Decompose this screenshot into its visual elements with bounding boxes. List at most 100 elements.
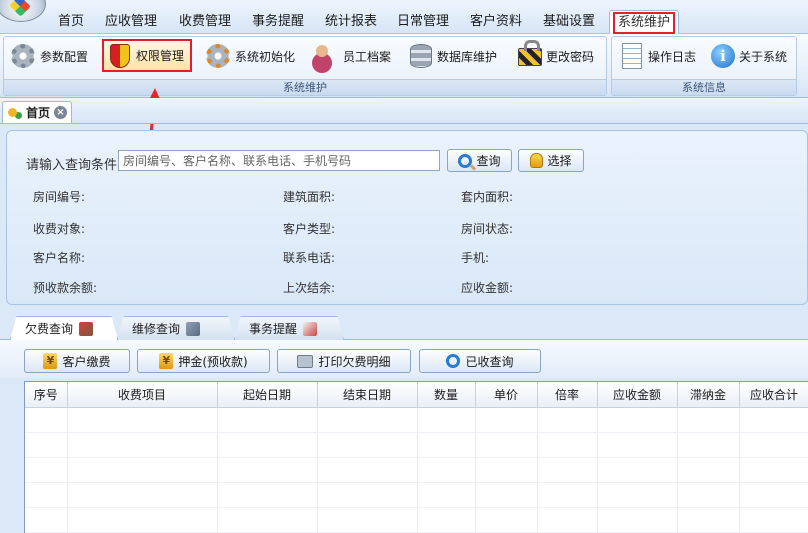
menu-home[interactable]: 首页 bbox=[50, 11, 92, 33]
table-row bbox=[25, 407, 808, 433]
menu-charging[interactable]: 收费管理 bbox=[172, 11, 238, 33]
label-amount-due: 应收金额: bbox=[461, 281, 514, 295]
tab-label: 欠费查询 bbox=[25, 322, 74, 336]
gears-icon bbox=[203, 42, 235, 70]
change-password-button[interactable]: 更改密码 bbox=[514, 40, 595, 70]
query-tabs: 欠费查询 维修查询 事务提醒 bbox=[0, 314, 808, 340]
document-tab-bar: 首页 × bbox=[0, 98, 808, 124]
database-icon bbox=[405, 42, 437, 70]
menu-reminders[interactable]: 事务提醒 bbox=[245, 11, 311, 33]
select-button-label: 选择 bbox=[547, 154, 572, 168]
column-header[interactable]: 应收合计 bbox=[739, 382, 808, 408]
employee-records-button[interactable]: 员工档案 bbox=[311, 42, 391, 70]
gear-icon bbox=[8, 42, 40, 70]
label-charge-target: 收费对象: bbox=[33, 222, 86, 236]
yen-icon: ¥ bbox=[43, 353, 58, 369]
label-room-status: 房间状态: bbox=[461, 222, 514, 236]
search-icon bbox=[446, 354, 461, 368]
search-input[interactable] bbox=[118, 150, 440, 171]
label-customer-type: 客户类型: bbox=[283, 222, 336, 236]
printer-icon bbox=[297, 354, 314, 368]
column-header[interactable]: 收费项目 bbox=[67, 382, 218, 408]
button-label: 数据库维护 bbox=[437, 49, 498, 64]
column-header[interactable]: 起始日期 bbox=[217, 382, 318, 408]
label-inner-area: 套内面积: bbox=[461, 190, 514, 204]
label-building-area: 建筑面积: bbox=[283, 190, 336, 204]
menu-system-maintenance[interactable]: 系统维护 bbox=[609, 10, 679, 34]
app-logo-icon[interactable] bbox=[0, 0, 46, 22]
action-toolbar: ¥ 客户缴费 ¥ 押金(预收款) 打印欠费明细 已收查询 bbox=[0, 340, 808, 378]
database-maintenance-button[interactable]: 数据库维护 bbox=[405, 42, 497, 70]
about-system-button[interactable]: i 关于系统 bbox=[707, 42, 787, 70]
menu-bar: 首页 应收管理 收费管理 事务提醒 统计报表 日常管理 客户资料 基础设置 系统… bbox=[0, 0, 808, 34]
param-config-button[interactable]: 参数配置 bbox=[8, 42, 88, 70]
close-icon[interactable]: × bbox=[54, 106, 67, 119]
tab-repair-query[interactable]: 维修查询 bbox=[117, 316, 235, 340]
print-arrears-button[interactable]: 打印欠费明细 bbox=[277, 349, 411, 373]
button-label: 系统初始化 bbox=[235, 49, 296, 64]
button-label: 参数配置 bbox=[40, 49, 89, 64]
column-header[interactable]: 数量 bbox=[417, 382, 476, 408]
label-room-number: 房间编号: bbox=[33, 190, 86, 204]
box-icon bbox=[79, 321, 94, 336]
button-label: 更改密码 bbox=[546, 49, 595, 64]
tab-task-reminder[interactable]: 事务提醒 bbox=[234, 316, 344, 340]
menu-reports[interactable]: 统计报表 bbox=[318, 11, 384, 33]
log-icon bbox=[616, 42, 648, 70]
shield-icon bbox=[104, 42, 136, 70]
menu-customers[interactable]: 客户资料 bbox=[463, 11, 529, 33]
customer-payment-button[interactable]: ¥ 客户缴费 bbox=[24, 349, 130, 373]
system-init-button[interactable]: 系统初始化 bbox=[203, 42, 295, 70]
column-header[interactable]: 序号 bbox=[25, 382, 68, 408]
tab-home[interactable]: 首页 × bbox=[2, 101, 72, 123]
search-button-label: 查询 bbox=[476, 154, 501, 168]
button-label: 操作日志 bbox=[648, 49, 697, 64]
deposit-button[interactable]: ¥ 押金(预收款) bbox=[137, 349, 270, 373]
label-contact-phone: 联系电话: bbox=[283, 251, 336, 265]
query-prompt: 请输入查询条件 bbox=[26, 158, 118, 173]
group-title: 系统维护 bbox=[4, 79, 606, 95]
tab-label: 维修查询 bbox=[132, 322, 181, 336]
column-header[interactable]: 结束日期 bbox=[317, 382, 418, 408]
table-row bbox=[25, 432, 808, 458]
people-icon bbox=[311, 42, 343, 70]
button-label: 员工档案 bbox=[343, 49, 392, 64]
label-last-balance: 上次结余: bbox=[283, 281, 336, 295]
column-header[interactable]: 应收金额 bbox=[597, 382, 678, 408]
button-label: 已收查询 bbox=[465, 354, 514, 369]
permission-management-button[interactable]: 权限管理 bbox=[102, 39, 193, 72]
table-row bbox=[25, 507, 808, 533]
table-row bbox=[25, 457, 808, 483]
received-query-button[interactable]: 已收查询 bbox=[419, 349, 541, 373]
menu-receivable[interactable]: 应收管理 bbox=[98, 11, 164, 33]
menu-system-maintenance-label: 系统维护 bbox=[612, 12, 675, 34]
table-row bbox=[25, 482, 808, 508]
operation-log-button[interactable]: 操作日志 bbox=[616, 42, 696, 70]
ribbon: 系统维护 系统信息 参数配置 权限管理 系统初始化 员工档案 数据库维护 更改密… bbox=[0, 34, 808, 98]
calendar-icon bbox=[303, 321, 318, 336]
home-icon bbox=[7, 106, 23, 120]
label-customer-name: 客户名称: bbox=[33, 251, 86, 265]
menu-basic-settings[interactable]: 基础设置 bbox=[536, 11, 602, 33]
yen-icon: ¥ bbox=[159, 353, 174, 369]
column-header[interactable]: 滞纳金 bbox=[677, 382, 740, 408]
group-title: 系统信息 bbox=[612, 79, 796, 95]
select-button[interactable]: 选择 bbox=[518, 149, 584, 172]
tab-label: 事务提醒 bbox=[249, 322, 298, 336]
arrears-table[interactable]: 序号 收费项目 起始日期 结束日期 数量 单价 倍率 应收金额 滞纳金 应收合计 bbox=[24, 381, 808, 533]
button-label: 客户缴费 bbox=[62, 354, 111, 369]
column-header[interactable]: 倍率 bbox=[537, 382, 598, 408]
tab-arrears-query[interactable]: 欠费查询 bbox=[10, 316, 118, 340]
label-prepaid-balance: 预收款余额: bbox=[33, 281, 98, 295]
menu-daily[interactable]: 日常管理 bbox=[390, 11, 456, 33]
button-label: 权限管理 bbox=[136, 49, 185, 63]
select-icon bbox=[530, 153, 544, 168]
tab-home-label: 首页 bbox=[26, 106, 51, 120]
search-icon bbox=[458, 153, 473, 168]
button-label: 关于系统 bbox=[739, 49, 788, 64]
label-mobile: 手机: bbox=[461, 251, 490, 265]
info-icon: i bbox=[707, 42, 739, 70]
search-button[interactable]: 查询 bbox=[447, 149, 512, 172]
column-header[interactable]: 单价 bbox=[475, 382, 538, 408]
tools-icon bbox=[186, 321, 201, 336]
